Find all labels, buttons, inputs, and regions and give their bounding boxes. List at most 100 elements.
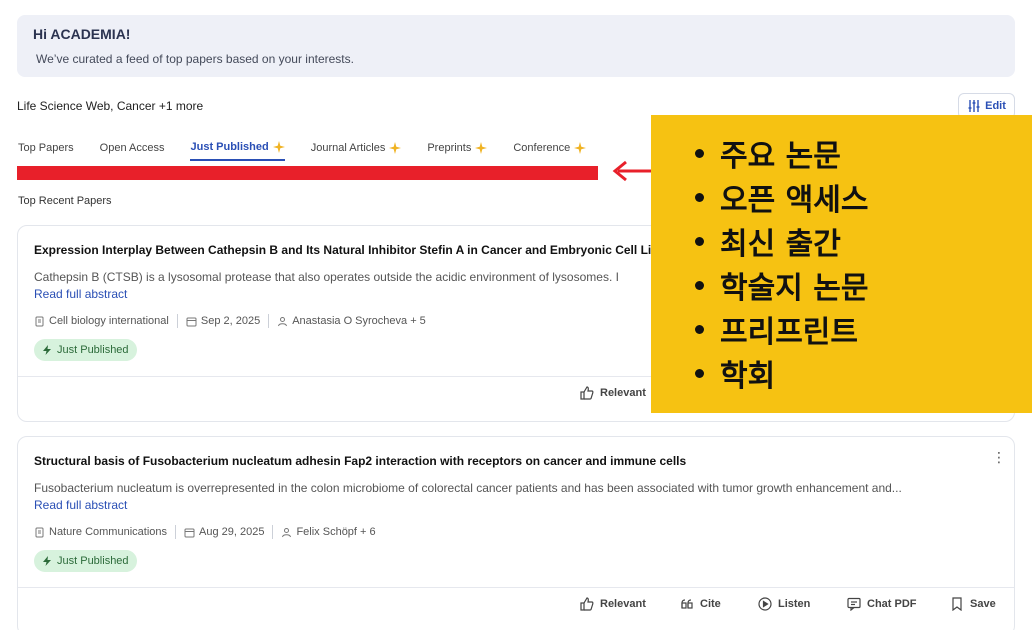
tab-journal-articles[interactable]: Journal Articles xyxy=(311,141,402,161)
tab-translation-overlay: 주요 논문 오픈 액세스 최신 출간 학술지 논문 프리프린트 학회 xyxy=(651,115,1032,413)
authors: Felix Schöpf + 6 xyxy=(296,526,376,538)
list-item: 최신 출간 xyxy=(695,219,868,263)
journal-meta[interactable]: Nature Communications xyxy=(34,526,167,538)
play-icon xyxy=(758,597,772,611)
greeting-banner: Hi ACADEMIA! We’ve curated a feed of top… xyxy=(17,15,1015,77)
thumbs-up-icon xyxy=(580,597,594,611)
authors-meta[interactable]: Anastasia O Syrocheva + 5 xyxy=(277,315,426,327)
paper-abstract: Fusobacterium nucleatum is overrepresent… xyxy=(34,481,902,495)
tab-label: Top Papers xyxy=(18,142,74,154)
sparkle-icon xyxy=(272,141,285,153)
tab-label: Conference xyxy=(513,142,571,154)
badge-label: Just Published xyxy=(57,344,129,356)
meta-divider xyxy=(176,314,178,328)
status-badge: Just Published xyxy=(34,550,137,572)
journal-name: Cell biology international xyxy=(49,315,169,327)
list-item: 프리프린트 xyxy=(695,307,868,351)
translation-text: 프리프린트 xyxy=(720,315,858,350)
translation-text: 주요 논문 xyxy=(720,139,841,174)
sparkle-icon xyxy=(574,142,587,154)
tab-conference[interactable]: Conference xyxy=(513,141,587,161)
quote-icon xyxy=(681,599,693,609)
sparkle-icon xyxy=(475,142,488,154)
greeting-subtitle: We’ve curated a feed of top papers based… xyxy=(36,52,354,66)
paper-meta: Nature Communications Aug 29, 2025 Felix… xyxy=(34,525,376,539)
meta-divider xyxy=(272,525,274,539)
paper-title[interactable]: Expression Interplay Between Cathepsin B… xyxy=(34,243,675,257)
tab-label: Journal Articles xyxy=(310,142,386,154)
bolt-icon xyxy=(43,345,51,355)
card-divider xyxy=(18,587,1014,588)
bullet-icon xyxy=(695,368,704,378)
more-options-icon[interactable]: ⋮ xyxy=(992,449,1006,466)
action-label: Save xyxy=(970,598,996,610)
authors-meta[interactable]: Felix Schöpf + 6 xyxy=(281,526,376,538)
list-item: 주요 논문 xyxy=(695,131,868,175)
tab-label: Just Published xyxy=(190,141,269,153)
bullet-icon xyxy=(695,148,704,158)
calendar-icon xyxy=(184,528,195,537)
date-meta: Sep 2, 2025 xyxy=(186,315,260,327)
bullet-icon xyxy=(695,280,704,290)
translation-text: 학회 xyxy=(720,359,776,394)
journal-icon xyxy=(35,316,44,326)
person-icon xyxy=(278,316,288,326)
publish-date: Aug 29, 2025 xyxy=(199,526,265,538)
status-badge: Just Published xyxy=(34,339,137,361)
tab-open-access[interactable]: Open Access xyxy=(100,141,165,161)
chat-pdf-button[interactable]: Chat PDF xyxy=(847,597,917,611)
translation-text: 오픈 액세스 xyxy=(720,183,869,218)
bullet-icon xyxy=(695,324,704,334)
list-item: 학회 xyxy=(695,351,868,395)
list-item: 학술지 논문 xyxy=(695,263,868,307)
bolt-icon xyxy=(43,556,51,566)
edit-label: Edit xyxy=(985,100,1006,112)
authors: Anastasia O Syrocheva + 5 xyxy=(292,315,426,327)
translation-list: 주요 논문 오픈 액세스 최신 출간 학술지 논문 프리프린트 학회 xyxy=(695,131,868,395)
bullet-icon xyxy=(695,192,704,202)
greeting-title: Hi ACADEMIA! xyxy=(33,26,131,42)
publish-date: Sep 2, 2025 xyxy=(200,315,261,327)
section-title: Top Recent Papers xyxy=(18,195,112,207)
paper-meta: Cell biology international Sep 2, 2025 A… xyxy=(34,314,426,328)
action-label: Relevant xyxy=(600,598,646,610)
action-label: Cite xyxy=(700,598,721,610)
read-abstract-link[interactable]: Read full abstract xyxy=(34,498,127,512)
translation-text: 최신 출간 xyxy=(720,227,841,262)
sliders-icon xyxy=(968,100,980,112)
action-label: Chat PDF xyxy=(867,598,917,610)
listen-button[interactable]: Listen xyxy=(758,597,810,611)
sparkle-icon xyxy=(389,142,402,154)
journal-name: Nature Communications xyxy=(49,526,167,538)
journal-meta[interactable]: Cell biology international xyxy=(34,315,169,327)
relevant-button[interactable]: Relevant xyxy=(580,386,646,400)
action-label: Relevant xyxy=(600,387,646,399)
list-item: 오픈 액세스 xyxy=(695,175,868,219)
tab-just-published[interactable]: Just Published xyxy=(190,141,285,161)
cite-button[interactable]: Cite xyxy=(680,597,721,611)
paper-card: ⋮ Structural basis of Fusobacterium nucl… xyxy=(17,436,1015,630)
thumbs-up-icon xyxy=(580,386,594,400)
tab-label: Preprints xyxy=(427,142,472,154)
meta-divider xyxy=(268,314,270,328)
save-button[interactable]: Save xyxy=(950,597,996,611)
paper-title[interactable]: Structural basis of Fusobacterium nuclea… xyxy=(34,454,686,468)
relevant-button[interactable]: Relevant xyxy=(580,597,646,611)
action-label: Listen xyxy=(778,598,811,610)
tab-label: Open Access xyxy=(99,142,165,154)
highlight-bar xyxy=(17,166,598,180)
interests-summary[interactable]: Life Science Web, Cancer +1 more xyxy=(17,99,203,113)
badge-label: Just Published xyxy=(57,555,129,567)
translation-text: 학술지 논문 xyxy=(720,271,869,306)
read-abstract-link[interactable]: Read full abstract xyxy=(34,287,127,301)
chat-icon xyxy=(847,597,861,611)
tab-preprints[interactable]: Preprints xyxy=(427,141,488,161)
person-icon xyxy=(282,527,292,537)
journal-icon xyxy=(35,527,44,537)
meta-divider xyxy=(175,525,176,539)
date-meta: Aug 29, 2025 xyxy=(184,526,264,538)
bullet-icon xyxy=(695,236,704,246)
bookmark-icon xyxy=(952,597,962,611)
feed-tabs: Top Papers Open Access Just Published Jo… xyxy=(18,141,612,161)
tab-top-papers[interactable]: Top Papers xyxy=(18,141,74,161)
